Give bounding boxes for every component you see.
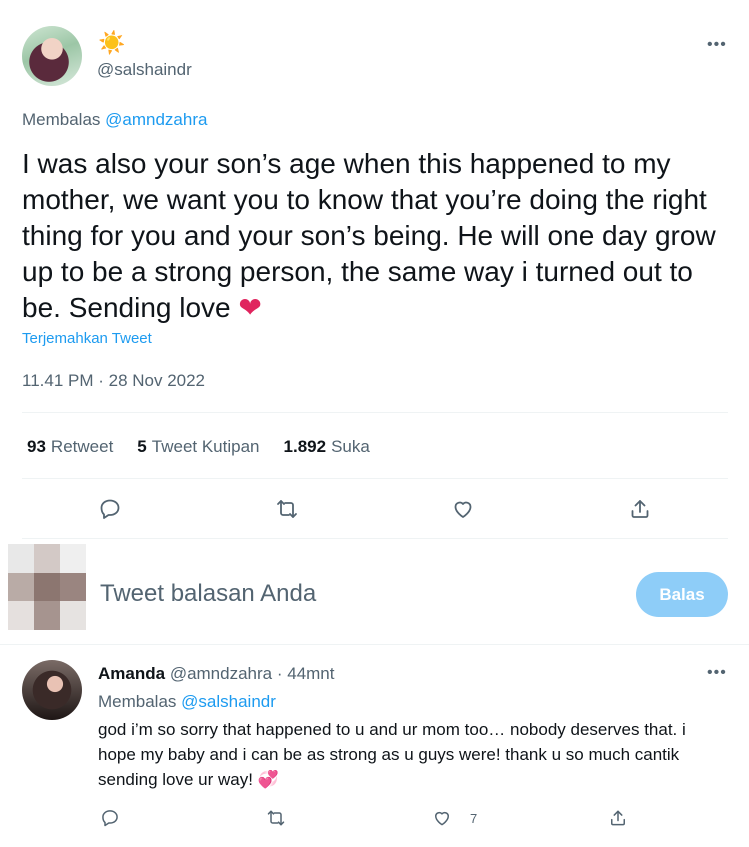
like-action[interactable]: 7 <box>422 798 477 838</box>
more-options-icon[interactable]: ••• <box>707 664 727 682</box>
retweet-icon[interactable] <box>256 798 296 838</box>
timestamp[interactable]: 11.41 PM · 28 Nov 2022 <box>22 371 205 391</box>
more-options-icon[interactable]: ••• <box>707 36 727 54</box>
like-icon[interactable] <box>422 798 462 838</box>
replying-to: Membalas @amndzahra <box>22 110 207 130</box>
hearts-emoji: 💞 <box>257 770 279 789</box>
mention-link[interactable]: @salshaindr <box>181 692 276 711</box>
like-count: 7 <box>470 810 478 826</box>
replying-prefix: Membalas <box>98 692 182 711</box>
reply-button[interactable]: Balas <box>636 572 728 617</box>
user-handle[interactable]: @salshaindr <box>97 60 192 80</box>
user-handle[interactable]: @amndzahra <box>170 664 272 683</box>
reply-input[interactable]: Tweet balasan Anda <box>100 580 316 608</box>
replying-to: Membalas @salshaindr <box>98 692 276 712</box>
retweet-stat[interactable]: 93 Retweet <box>27 437 113 457</box>
reply-header: Amanda @amndzahra · 44mnt <box>98 664 334 684</box>
avatar[interactable] <box>22 26 82 86</box>
like-icon[interactable] <box>443 489 483 529</box>
mention-link[interactable]: @amndzahra <box>105 110 207 129</box>
tweet-text: I was also your son’s age when this happ… <box>22 146 722 326</box>
divider <box>22 538 728 539</box>
divider <box>0 644 749 645</box>
like-stat[interactable]: 1.892 Suka <box>284 437 370 457</box>
divider <box>22 478 728 479</box>
tweet-body: I was also your son’s age when this happ… <box>22 148 716 323</box>
reply-icon[interactable] <box>90 489 130 529</box>
separator: · <box>272 664 288 683</box>
heart-emoji: ❤ <box>238 292 262 323</box>
quote-stat[interactable]: 5 Tweet Kutipan <box>137 437 259 457</box>
reply-text: god i’m so sorry that happened to u and … <box>98 717 718 792</box>
divider <box>22 412 728 413</box>
retweet-icon[interactable] <box>267 489 307 529</box>
reply-body: god i’m so sorry that happened to u and … <box>98 720 686 789</box>
share-icon[interactable] <box>598 798 638 838</box>
tweet-stats: 93 Retweet 5 Tweet Kutipan 1.892 Suka <box>27 437 370 457</box>
sun-emoji: ☀️ <box>98 30 126 55</box>
share-icon[interactable] <box>620 489 660 529</box>
relative-time[interactable]: 44mnt <box>287 664 334 683</box>
reply-icon[interactable] <box>90 798 130 838</box>
replying-prefix: Membalas <box>22 110 106 129</box>
avatar[interactable] <box>22 660 82 720</box>
translate-link[interactable]: Terjemahkan Tweet <box>22 330 152 347</box>
avatar <box>8 544 86 630</box>
display-name[interactable]: Amanda <box>98 664 165 683</box>
